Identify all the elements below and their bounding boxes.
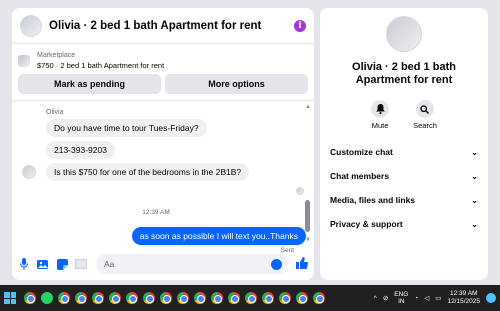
conversation-info-panel: Olivia · 2 bed 1 bath Apartment for rent… bbox=[320, 8, 488, 280]
language-code: ENG bbox=[394, 291, 409, 298]
message-timestamp: 12:39 AM bbox=[142, 209, 170, 216]
search-icon bbox=[415, 100, 434, 118]
message-input[interactable]: Aa bbox=[96, 254, 288, 274]
quick-actions: Mute Search bbox=[320, 100, 488, 130]
message-bubble-sent[interactable]: as soon as possible I will text you..Tha… bbox=[131, 227, 306, 245]
chrome-icon[interactable] bbox=[143, 292, 155, 304]
chrome-icon[interactable] bbox=[24, 292, 36, 304]
emoji-icon[interactable] bbox=[271, 258, 282, 270]
contact-avatar[interactable] bbox=[20, 14, 42, 37]
message-list: Olivia Do you have time to tour Tues-Fri… bbox=[12, 100, 314, 254]
sender-avatar[interactable] bbox=[22, 165, 36, 179]
photo-icon[interactable] bbox=[37, 258, 49, 270]
info-menu: Customize chat ⌄ Chat members ⌄ Media, f… bbox=[320, 140, 488, 236]
chrome-icon[interactable] bbox=[194, 292, 206, 304]
profile-avatar[interactable] bbox=[386, 16, 422, 52]
scroll-down-icon[interactable]: ▼ bbox=[305, 237, 311, 244]
menu-chat-members[interactable]: Chat members ⌄ bbox=[320, 164, 488, 188]
whatsapp-icon[interactable] bbox=[41, 292, 53, 304]
message-bubble[interactable]: 213-393-9203 bbox=[46, 141, 115, 159]
info-icon[interactable]: i bbox=[294, 19, 306, 32]
message-bubble[interactable]: Is this $750 for one of the bedrooms in … bbox=[46, 163, 250, 181]
chrome-icon[interactable] bbox=[211, 292, 223, 304]
menu-privacy-support[interactable]: Privacy & support ⌄ bbox=[320, 212, 488, 236]
clock-time: 12:39 AM bbox=[449, 290, 478, 297]
menu-item-label: Customize chat bbox=[330, 147, 393, 157]
wifi-icon[interactable]: ◔ bbox=[414, 295, 418, 302]
listing-thumbnail bbox=[18, 55, 30, 67]
chevron-down-icon: ⌄ bbox=[471, 171, 478, 181]
message-bubble[interactable]: Do you have time to tour Tues-Friday? bbox=[46, 119, 207, 137]
like-icon[interactable] bbox=[296, 256, 309, 272]
chat-title[interactable]: Olivia · 2 bed 1 bath Apartment for rent bbox=[49, 20, 294, 32]
windows-start-icon[interactable] bbox=[4, 292, 16, 304]
chrome-icon[interactable] bbox=[126, 292, 138, 304]
sticker-icon[interactable] bbox=[56, 258, 68, 270]
chrome-icon[interactable] bbox=[92, 292, 104, 304]
system-clock[interactable]: 12:39 AM 12/15/2025 bbox=[447, 290, 480, 306]
menu-media-files-links[interactable]: Media, files and links ⌄ bbox=[320, 188, 488, 212]
chrome-icon[interactable] bbox=[262, 292, 274, 304]
notification-icon[interactable] bbox=[486, 293, 496, 303]
mute-label: Mute bbox=[371, 121, 389, 130]
read-receipt-avatar bbox=[296, 187, 304, 195]
marketplace-listing[interactable]: Marketplace $750 · 2 bed 1 bath Apartmen… bbox=[12, 44, 314, 72]
more-options-button[interactable]: More options bbox=[165, 74, 308, 94]
chevron-down-icon: ⌄ bbox=[471, 219, 478, 229]
network-icon[interactable]: ⊘ bbox=[383, 294, 388, 302]
chevron-down-icon: ⌄ bbox=[471, 195, 478, 205]
scroll-thumb[interactable] bbox=[305, 200, 310, 232]
scroll-up-icon[interactable]: ▲ bbox=[305, 104, 311, 111]
region-code: IN bbox=[398, 298, 405, 305]
battery-icon[interactable]: ▭ bbox=[435, 294, 441, 302]
sender-name: Olivia bbox=[46, 109, 64, 116]
marketplace-label: Marketplace bbox=[37, 52, 76, 59]
message-composer: Aa bbox=[12, 248, 314, 280]
chrome-icon[interactable] bbox=[279, 292, 291, 304]
listing-actions: Mark as pending More options bbox=[12, 74, 314, 94]
chrome-icon[interactable] bbox=[228, 292, 240, 304]
chevron-up-icon[interactable]: ^ bbox=[374, 295, 377, 302]
chrome-icon[interactable] bbox=[160, 292, 172, 304]
search-button[interactable]: Search bbox=[413, 100, 437, 130]
mute-button[interactable]: Mute bbox=[371, 100, 390, 130]
microphone-icon[interactable] bbox=[18, 258, 30, 270]
clock-date: 12/15/2025 bbox=[447, 298, 480, 305]
bell-icon bbox=[371, 100, 390, 118]
chat-scrollbar[interactable]: ▲ ▼ bbox=[305, 104, 311, 244]
taskbar: ^ ⊘ ENG IN ◔ ◁ ▭ 12:39 AM 12/15/2025 bbox=[0, 285, 500, 311]
language-indicator[interactable]: ENG IN bbox=[394, 291, 408, 305]
chrome-icon[interactable] bbox=[58, 292, 70, 304]
chrome-icon[interactable] bbox=[109, 292, 121, 304]
chrome-icon[interactable] bbox=[75, 292, 87, 304]
chrome-icon[interactable] bbox=[313, 292, 325, 304]
mark-as-pending-button[interactable]: Mark as pending bbox=[18, 74, 161, 94]
message-input-placeholder: Aa bbox=[104, 259, 115, 269]
volume-icon[interactable]: ◁ bbox=[424, 294, 429, 302]
chat-panel: Olivia · 2 bed 1 bath Apartment for rent… bbox=[12, 8, 314, 280]
conversation-title: Olivia · 2 bed 1 bath Apartment for rent bbox=[352, 61, 456, 86]
search-label: Search bbox=[413, 121, 437, 130]
menu-customize-chat[interactable]: Customize chat ⌄ bbox=[320, 140, 488, 164]
chevron-down-icon: ⌄ bbox=[471, 147, 478, 157]
chrome-icon[interactable] bbox=[177, 292, 189, 304]
chat-header: Olivia · 2 bed 1 bath Apartment for rent… bbox=[12, 8, 314, 44]
gif-icon[interactable] bbox=[75, 258, 87, 270]
menu-item-label: Chat members bbox=[330, 171, 390, 181]
menu-item-label: Media, files and links bbox=[330, 195, 416, 205]
listing-description: $750 · 2 bed 1 bath Apartment for rent bbox=[37, 61, 165, 70]
menu-item-label: Privacy & support bbox=[330, 219, 403, 229]
chrome-icon[interactable] bbox=[296, 292, 308, 304]
chrome-icon[interactable] bbox=[245, 292, 257, 304]
